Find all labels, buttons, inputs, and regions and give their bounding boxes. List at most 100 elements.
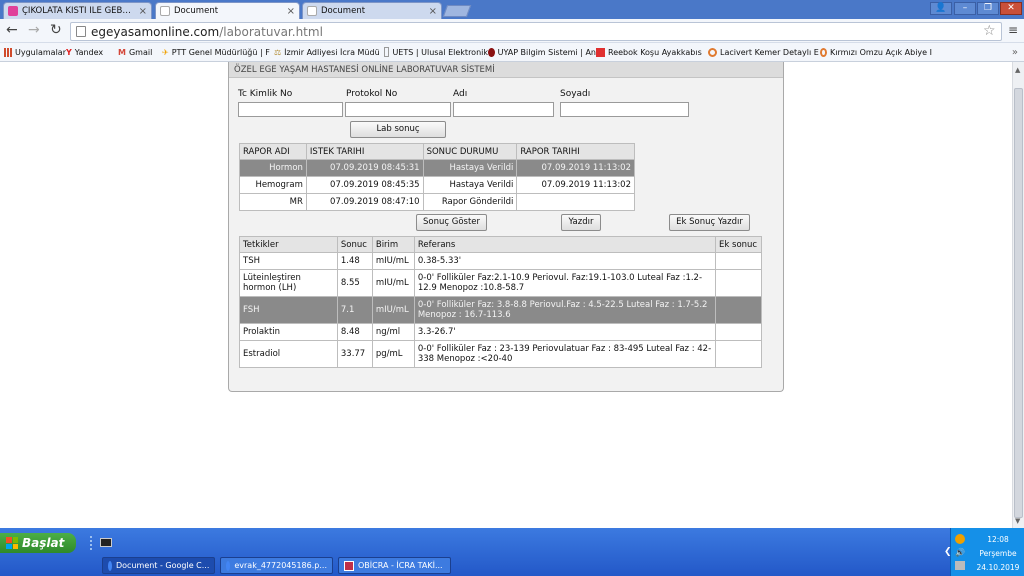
column-header: Tetkikler (239, 236, 338, 253)
tab-title: Document (174, 6, 219, 16)
bookmark-item[interactable]: Kırmızı Omzu Açık Abiye I (820, 47, 932, 57)
close-tab-icon[interactable]: × (287, 6, 295, 17)
report-row[interactable]: MR 07.09.2019 08:47:10 Rapor Gönderildi (239, 193, 635, 211)
reload-icon[interactable]: ↻ (50, 23, 62, 37)
show-result-button[interactable]: Sonuç Göster (416, 214, 487, 231)
address-bar[interactable]: egeyasamonline.com/laboratuvar.html ☆ (70, 22, 1002, 41)
result-row[interactable]: TSH 1.48 mIU/mL 0.38-5.33' (239, 252, 762, 270)
bookmark-item[interactable]: ✈ PTT Genel Müdürlüğü | F (162, 48, 274, 57)
soyadi-input[interactable] (560, 102, 689, 117)
bookmark-item[interactable]: M Gmail (118, 48, 162, 57)
request-date: 07.09.2019 08:45:35 (305, 176, 424, 194)
bookmark-item[interactable]: Lacivert Kemer Detaylı E (708, 47, 820, 57)
report-name: Hemogram (239, 176, 307, 194)
close-window-button[interactable]: ✕ (1000, 2, 1022, 15)
vertical-scrollbar[interactable]: ▲ ▼ (1012, 62, 1024, 528)
forward-arrow-icon[interactable]: → (28, 23, 40, 37)
reebok-icon (596, 47, 605, 57)
bookmark-item[interactable]: UETS | Ulusal Elektronik (384, 47, 488, 57)
extra-result-print-button[interactable]: Ek Sonuç Yazdır (669, 214, 750, 231)
report-name: MR (239, 193, 307, 211)
restore-button[interactable]: ❐ (977, 2, 999, 15)
bookmark-item[interactable]: Uygulamalar (4, 47, 66, 57)
browser-tab-strip: ÇİKOLATA KİSTİ İLE GEBE K × Document × D… (0, 0, 1024, 19)
new-tab-button[interactable] (442, 5, 472, 17)
extra-result (715, 252, 762, 270)
print-button[interactable]: Yazdır (561, 214, 601, 231)
close-tab-icon[interactable]: × (139, 6, 147, 17)
bookmark-item[interactable]: ⚖ İzmir Adliyesi İcra Müdü (274, 48, 384, 57)
more-bookmarks-icon[interactable]: » (1012, 47, 1018, 58)
clock-time[interactable]: 12:08 (973, 535, 1023, 544)
lab-result-button[interactable]: Lab sonuç (350, 121, 446, 138)
chrome-icon (226, 560, 231, 571)
browser-tab-3[interactable]: Document × (302, 2, 442, 19)
url-text: egeyasamonline.com/laboratuvar.html (91, 25, 323, 39)
extra-result (715, 296, 762, 324)
taskbar-task-2[interactable]: evrak_4772045186.p... (220, 557, 333, 574)
adi-input[interactable] (453, 102, 554, 117)
bookmark-item[interactable]: UYAP Bilgim Sistemi | An (488, 47, 596, 57)
browser-tab-2[interactable]: Document × (155, 2, 300, 19)
adi-label: Adı (453, 89, 468, 99)
request-date: 07.09.2019 08:47:10 (305, 193, 424, 211)
test-name: FSH (239, 296, 338, 324)
extra-result (715, 340, 762, 368)
back-arrow-icon[interactable]: ← (6, 23, 18, 37)
test-value: 8.55 (336, 269, 373, 297)
taskbar-grip (90, 536, 94, 550)
column-header: Referans (413, 236, 717, 253)
report-date: 07.09.2019 11:13:02 (516, 159, 635, 177)
app-icon (344, 560, 354, 571)
minimize-button[interactable]: – (954, 2, 976, 15)
chevron-left-icon[interactable]: ❮ (944, 547, 952, 557)
adliye-icon: ⚖ (274, 47, 282, 57)
column-header: Birim (371, 236, 415, 253)
test-name: TSH (239, 252, 338, 270)
uyap-icon (488, 47, 495, 57)
user-icon[interactable]: 👤 (930, 2, 952, 15)
favicon-icon (8, 6, 18, 16)
menu-icon[interactable]: ≡ (1008, 23, 1018, 37)
column-header: Sonuc (336, 236, 373, 253)
browser-tab-1[interactable]: ÇİKOLATA KİSTİ İLE GEBE K × (3, 2, 152, 19)
tc-input[interactable] (238, 102, 343, 117)
soyadi-label: Soyadı (560, 89, 591, 99)
report-table-header: RAPOR ADI ISTEK TARIHI SONUC DURUMU RAPO… (239, 143, 635, 160)
shop-icon (708, 47, 717, 57)
test-name: Prolaktin (239, 323, 338, 341)
bookmark-item[interactable]: Y Yandex (66, 48, 118, 57)
tab-title: Document (321, 6, 366, 16)
test-value: 33.77 (336, 340, 373, 368)
report-row[interactable]: Hemogram 07.09.2019 08:45:35 Hastaya Ver… (239, 176, 635, 194)
result-row[interactable]: Prolaktin 8.48 ng/ml 3.3-26.7' (239, 323, 762, 341)
result-row[interactable]: FSH 7.1 mIU/mL 0-0' Folliküler Faz: 3.8-… (239, 296, 762, 324)
test-unit: ng/ml (371, 323, 415, 341)
bookmark-star-icon[interactable]: ☆ (983, 23, 996, 39)
windows-logo-icon (6, 537, 18, 549)
request-date: 07.09.2019 08:45:31 (305, 159, 424, 177)
gmail-icon: M (118, 47, 126, 57)
result-row[interactable]: Lüteinleştiren hormon (LH) 8.55 mIU/mL 0… (239, 269, 762, 297)
scroll-up-icon[interactable]: ▲ (1015, 66, 1020, 74)
notification-icon[interactable] (955, 534, 965, 544)
scroll-down-icon[interactable]: ▼ (1015, 517, 1020, 525)
result-row[interactable]: Estradiol 33.77 pg/mL 0-0' Folliküler Fa… (239, 340, 762, 368)
taskbar-task-1[interactable]: Document - Google C... (102, 557, 215, 574)
show-desktop-icon[interactable] (100, 538, 112, 547)
protokol-input[interactable] (345, 102, 451, 117)
start-button[interactable]: Başlat (0, 533, 76, 553)
test-value: 8.48 (336, 323, 373, 341)
test-value: 7.1 (336, 296, 373, 324)
close-tab-icon[interactable]: × (429, 6, 437, 17)
taskbar-task-3[interactable]: OBİCRA - İCRA TAKİ... (338, 557, 451, 574)
scrollbar-thumb[interactable] (1014, 88, 1023, 518)
network-icon[interactable] (955, 561, 965, 570)
page-icon (76, 26, 86, 37)
volume-icon[interactable]: 🔊 (955, 548, 965, 557)
bookmark-item[interactable]: Reebok Koşu Ayakkabıs (596, 47, 708, 57)
windows-taskbar: Başlat Document - Google C... evrak_4772… (0, 528, 1024, 576)
report-date: 07.09.2019 11:13:02 (516, 176, 635, 194)
shop-icon (820, 47, 828, 57)
report-row[interactable]: Hormon 07.09.2019 08:45:31 Hastaya Veril… (239, 159, 635, 177)
